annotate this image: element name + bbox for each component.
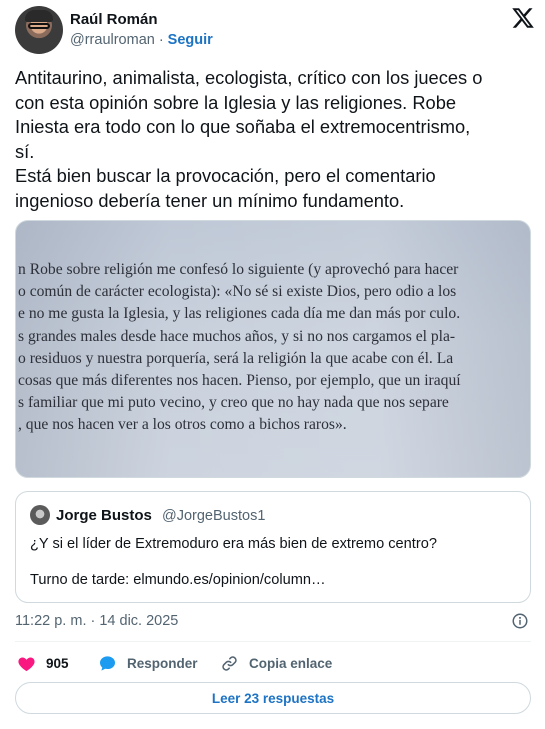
tweet-actions: 905 Responder Copia enlace: [15, 650, 531, 676]
quoted-tweet[interactable]: Jorge Bustos @JorgeBustos1 ¿Y si el líde…: [15, 491, 531, 603]
tweet-line: Está bien buscar la provocación, pero el…: [15, 165, 436, 186]
quoted-author-name: Jorge Bustos: [56, 507, 152, 524]
author-name[interactable]: Raúl Román: [70, 11, 158, 28]
reply-bubble-icon: [99, 655, 116, 671]
x-logo-icon[interactable]: [511, 6, 535, 30]
reply-label: Responder: [127, 655, 198, 671]
like-count: 905: [46, 655, 69, 671]
tweet-photo[interactable]: n Robe sobre religión me confesó lo sigu…: [15, 220, 531, 478]
separator: ·: [158, 32, 164, 48]
author-avatar[interactable]: [15, 6, 63, 54]
quoted-author-avatar: [30, 505, 50, 525]
book-line: s grandes males desde hace muchos años, …: [18, 327, 456, 345]
book-page-text: n Robe sobre religión me confesó lo sigu…: [18, 259, 461, 437]
like-button[interactable]: 905: [17, 650, 69, 676]
tweet-line: sí.: [15, 140, 35, 162]
tweet-text: Antitaurino, animalista, ecologista, crí…: [15, 66, 535, 213]
book-line: o común de carácter ecologista): «No sé …: [18, 283, 457, 301]
tweet-line: Iniesta era todo con lo que soñaba el ex…: [15, 116, 471, 137]
heart-icon: [18, 656, 35, 671]
book-line: n Robe sobre religión me confesó lo sigu…: [18, 261, 459, 278]
copy-link-button[interactable]: Copia enlace: [220, 650, 332, 676]
tweet-header: Raúl Román @rraulroman · Seguir: [15, 6, 535, 54]
book-line: cosas que más diferentes nos hacen. Pien…: [18, 372, 461, 390]
tweet-line: ingenioso debería tener un mínimo fundam…: [15, 189, 405, 211]
divider: [15, 641, 531, 642]
reply-button[interactable]: Responder: [98, 650, 198, 676]
info-icon[interactable]: [511, 612, 529, 630]
tweet-line: Antitaurino, animalista, ecologista, crí…: [15, 67, 483, 88]
quoted-author-handle: @JorgeBustos1: [162, 508, 266, 524]
book-line: o residuos y nuestra porquería, será la …: [18, 349, 454, 367]
link-icon: [222, 655, 237, 671]
follow-button[interactable]: Seguir: [168, 32, 213, 48]
book-line: , que nos hacen ver a los otros como a b…: [18, 416, 347, 434]
copy-link-label: Copia enlace: [249, 655, 333, 671]
book-line: e no me gusta la Iglesia, y las religion…: [18, 305, 461, 323]
author-handle-row: @rraulroman · Seguir: [70, 32, 213, 48]
author-handle[interactable]: @rraulroman: [70, 32, 155, 48]
quoted-tweet-text: ¿Y si el líder de Extremoduro era más bi…: [30, 536, 437, 552]
tweet-card: Raúl Román @rraulroman · Seguir Antitaurin…: [0, 0, 545, 729]
book-line: s familiar que mi puto vecino, y creo qu…: [18, 394, 449, 412]
read-replies-button[interactable]: Leer 23 respuestas: [15, 682, 531, 714]
tweet-line: con esta opinión sobre la Iglesia y las …: [15, 91, 457, 113]
quoted-tweet-link-line: Turno de tarde: elmundo.es/opinion/colum…: [30, 572, 326, 588]
tweet-timestamp[interactable]: 11:22 p. m. · 14 dic. 2025: [15, 613, 178, 629]
